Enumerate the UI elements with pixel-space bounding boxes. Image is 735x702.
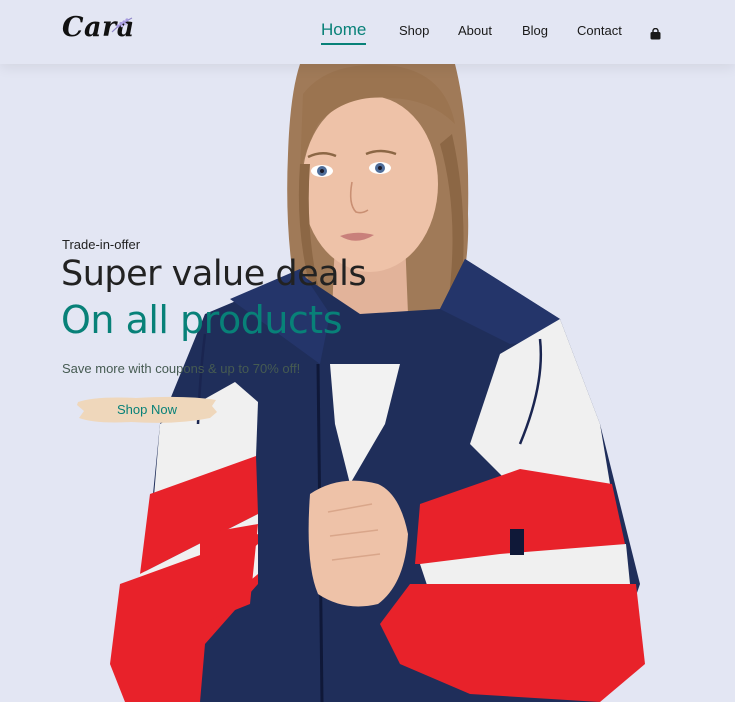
nav-shop[interactable]: Shop <box>399 23 429 38</box>
hero-model-image <box>110 64 645 702</box>
hero-kicker: Trade-in-offer <box>62 237 141 252</box>
nav-blog[interactable]: Blog <box>522 23 548 38</box>
hero-subheading: On all products <box>61 298 343 342</box>
hero-description: Save more with coupons & up to 70% off! <box>62 361 301 376</box>
shop-now-button[interactable]: Shop Now <box>76 394 218 426</box>
lavender-sprig-icon <box>111 17 133 33</box>
nav-home[interactable]: Home <box>321 20 367 45</box>
site-header: Cara Home Shop About Blog Contact <box>0 0 735 64</box>
hero-section: Trade-in-offer Super value deals On all … <box>0 64 735 702</box>
cart-button[interactable] <box>650 25 661 44</box>
nav-about[interactable]: About <box>458 23 492 38</box>
shop-now-label: Shop Now <box>117 402 177 417</box>
hero-heading: Super value deals <box>61 254 367 294</box>
shopping-bag-icon <box>650 27 661 40</box>
nav-contact[interactable]: Contact <box>577 23 622 38</box>
